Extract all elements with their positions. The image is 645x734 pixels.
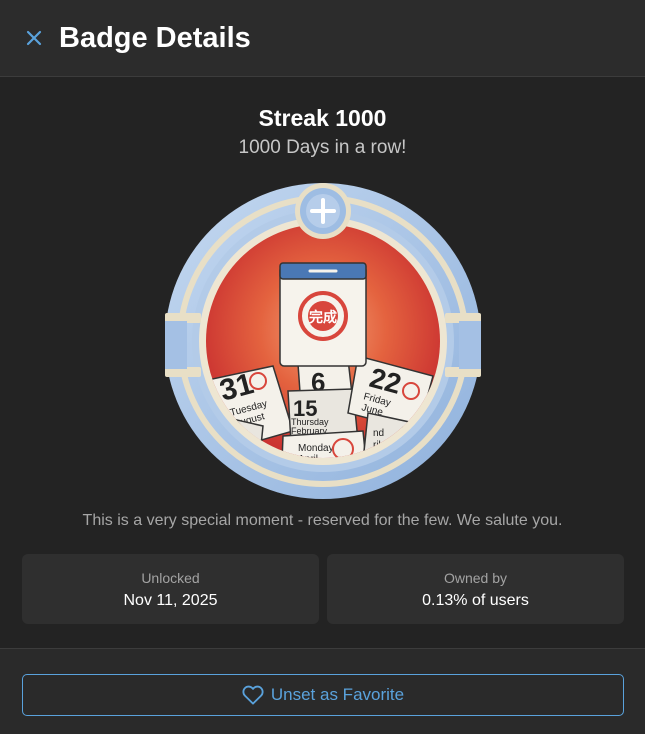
close-button[interactable] [22, 26, 46, 50]
footer-bar: Unset as Favorite [0, 648, 645, 734]
badge-subtitle: 1000 Days in a row! [238, 137, 407, 158]
svg-text:nd: nd [373, 428, 384, 439]
unset-favorite-button[interactable]: Unset as Favorite [22, 674, 624, 716]
stat-value-unlocked: Nov 11, 2025 [123, 592, 218, 609]
svg-text:完成: 完成 [309, 309, 337, 326]
badge-description: This is a very special moment - reserved… [82, 512, 563, 529]
close-icon [26, 30, 42, 46]
stat-value-owned: 0.13% of users [422, 592, 529, 609]
page-title: Badge Details [59, 22, 251, 54]
stat-label-owned: Owned by [443, 570, 508, 586]
badge-name: Streak 1000 [258, 105, 387, 131]
stat-card-unlocked: Unlocked Nov 11, 2025 [22, 554, 319, 624]
badge-image: 31 Tuesday August 6 15 Thursday February… [165, 183, 481, 499]
heart-icon [242, 685, 264, 705]
stat-label-unlocked: Unlocked [141, 570, 200, 586]
stat-card-owned: Owned by 0.13% of users [327, 554, 624, 624]
header-bar: Badge Details [0, 0, 645, 77]
unset-favorite-label: Unset as Favorite [270, 685, 405, 704]
svg-text:Monday: Monday [298, 443, 334, 454]
